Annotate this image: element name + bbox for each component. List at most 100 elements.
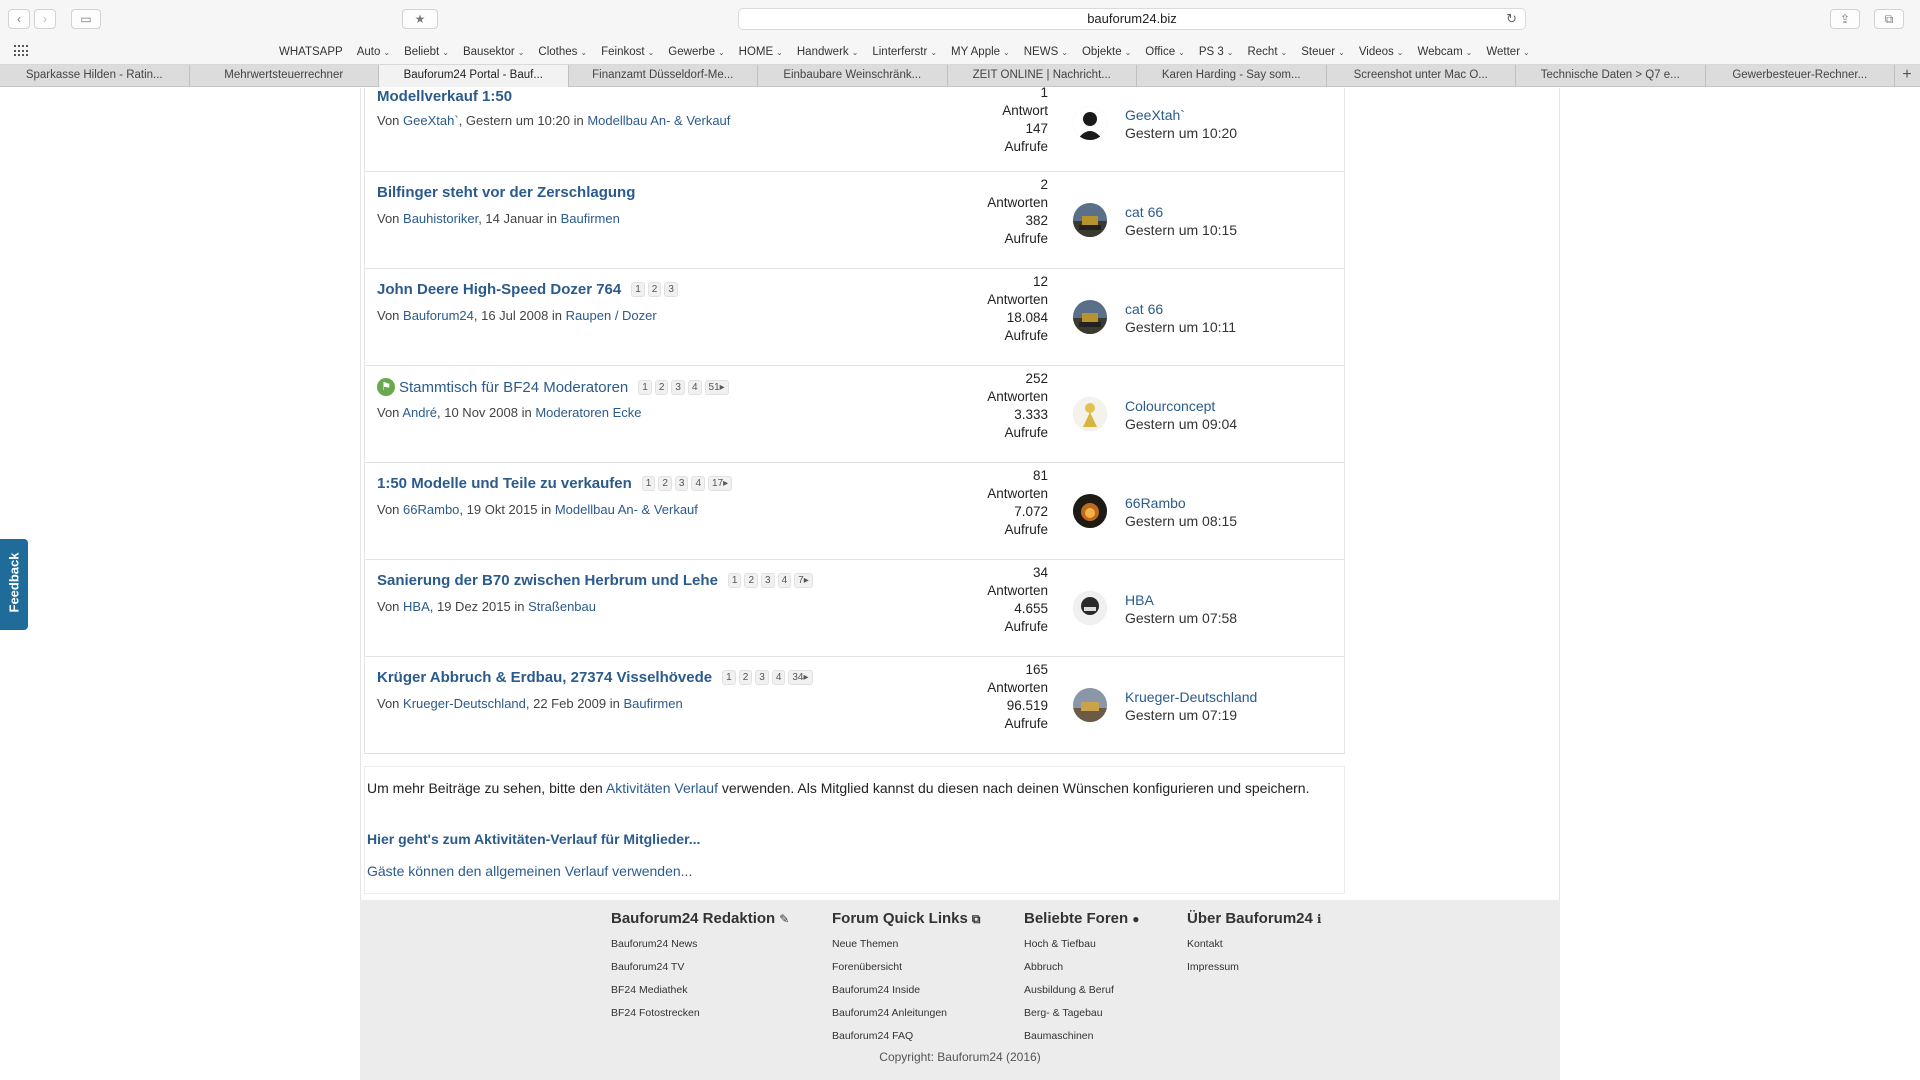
footer-link[interactable]: Forenübersicht [832, 956, 980, 979]
back-button[interactable]: ‹ [8, 9, 30, 29]
page-link[interactable]: 2 [654, 379, 669, 395]
last-post-user-link[interactable]: HBA [1125, 591, 1237, 609]
page-link[interactable]: 2 [744, 573, 759, 588]
page-link[interactable]: 34▸ [788, 670, 813, 685]
footer-link[interactable]: Abbruch [1024, 956, 1139, 979]
footer-link[interactable]: BF24 Fotostrecken [611, 1002, 789, 1025]
forum-link[interactable]: Raupen [566, 308, 612, 323]
browser-tab[interactable]: Finanzamt Düsseldorf-Me... [569, 65, 758, 87]
page-link[interactable]: 17▸ [708, 476, 733, 491]
page-link[interactable]: 3 [671, 379, 685, 395]
apps-grid-icon[interactable] [14, 45, 30, 57]
footer-link[interactable]: Bauforum24 FAQ [832, 1025, 980, 1048]
last-post-user-link[interactable]: cat 66 [1125, 203, 1237, 221]
bookmark-item[interactable]: Gewerbe ⌄ [668, 46, 724, 58]
author-link[interactable]: GeeXtah` [403, 113, 459, 128]
footer-link[interactable]: Baumaschinen [1024, 1025, 1139, 1048]
avatar[interactable] [1073, 300, 1107, 334]
avatar[interactable] [1073, 688, 1107, 722]
bookmark-item[interactable]: Office ⌄ [1145, 46, 1185, 58]
thread-title-link[interactable]: 1:50 Modelle und Teile zu verkaufen [377, 475, 632, 492]
reader-icon[interactable]: ★ [402, 9, 438, 29]
avatar[interactable] [1073, 203, 1107, 237]
browser-tab[interactable]: Gewerbesteuer-Rechner... [1706, 65, 1895, 87]
page-link[interactable]: 3 [674, 476, 689, 491]
forum-link[interactable]: Dozer [622, 308, 657, 323]
bookmark-item[interactable]: Videos ⌄ [1359, 46, 1404, 58]
last-post-user-link[interactable]: Krueger-Deutschland [1125, 688, 1257, 706]
thread-title-link[interactable]: Krüger Abbruch & Erdbau, 27374 Visselhöv… [377, 669, 712, 686]
reload-icon[interactable]: ↻ [1506, 9, 1517, 29]
footer-link[interactable]: Neue Themen [832, 933, 980, 956]
footer-link[interactable]: Impressum [1187, 956, 1321, 979]
browser-tab[interactable]: Bauforum24 Portal - Bauf... [379, 65, 569, 87]
bookmark-item[interactable]: Bausektor ⌄ [463, 46, 524, 58]
page-link[interactable]: 1 [631, 282, 645, 297]
forum-link[interactable]: Modellbau An- & Verkauf [587, 113, 730, 128]
browser-tab[interactable]: Screenshot unter Mac O... [1327, 65, 1516, 87]
sidebar-toggle-button[interactable]: ▭ [71, 9, 101, 29]
bookmark-item[interactable]: Auto ⌄ [357, 46, 390, 58]
footer-link[interactable]: Bauforum24 Anleitungen [832, 1002, 980, 1025]
author-link[interactable]: Bauforum24 [403, 308, 474, 323]
page-link[interactable]: 1 [638, 379, 652, 395]
thread-title-link[interactable]: Sanierung der B70 zwischen Herbrum und L… [377, 572, 718, 589]
member-activity-link[interactable]: Hier geht's zum Aktivitäten-Verlauf für … [367, 831, 700, 847]
author-link[interactable]: 66Rambo [403, 502, 459, 517]
bookmark-item[interactable]: Clothes ⌄ [538, 46, 587, 58]
page-link[interactable]: 3 [761, 573, 775, 588]
page-link[interactable]: 3 [664, 282, 678, 297]
guest-activity-link[interactable]: Gäste können den allgemeinen Verlauf ver… [367, 863, 692, 879]
footer-link[interactable]: Berg- & Tagebau [1024, 1002, 1139, 1025]
page-link[interactable]: 3 [755, 670, 769, 685]
avatar[interactable] [1073, 106, 1107, 140]
bookmark-item[interactable]: Handwerk ⌄ [797, 46, 858, 58]
forward-button[interactable]: › [34, 9, 56, 29]
page-link[interactable]: 1 [722, 670, 736, 685]
footer-link[interactable]: Bauforum24 TV [611, 956, 789, 979]
bookmark-item[interactable]: PS 3 ⌄ [1199, 46, 1234, 58]
bookmark-item[interactable]: Objekte ⌄ [1082, 46, 1131, 58]
bookmark-item[interactable]: Webcam ⌄ [1417, 46, 1472, 58]
avatar[interactable] [1073, 397, 1107, 431]
page-link[interactable]: 7▸ [794, 573, 813, 588]
bookmark-item[interactable]: HOME ⌄ [739, 46, 783, 58]
last-post-user-link[interactable]: 66Rambo [1125, 494, 1237, 512]
author-link[interactable]: HBA [403, 599, 430, 614]
footer-link[interactable]: Hoch & Tiefbau [1024, 933, 1139, 956]
page-link[interactable]: 2 [658, 476, 672, 491]
page-link[interactable]: 4 [777, 573, 792, 588]
footer-link[interactable]: Bauforum24 News [611, 933, 789, 956]
footer-link[interactable]: Kontakt [1187, 933, 1321, 956]
browser-tab[interactable]: Einbaubare Weinschränk... [758, 65, 948, 87]
last-post-user-link[interactable]: Colourconcept [1125, 397, 1237, 415]
bookmark-item[interactable]: MY Apple ⌄ [951, 46, 1010, 58]
last-post-user-link[interactable]: cat 66 [1125, 300, 1236, 318]
forum-link[interactable]: Straßenbau [528, 599, 596, 614]
page-link[interactable]: 2 [738, 670, 753, 685]
address-bar[interactable]: bauforum24.biz ↻ [738, 8, 1526, 30]
page-link[interactable]: 4 [771, 670, 786, 685]
footer-link[interactable]: BF24 Mediathek [611, 979, 789, 1002]
footer-link[interactable]: Ausbildung & Beruf [1024, 979, 1139, 1002]
author-link[interactable]: André [402, 405, 437, 420]
page-link[interactable]: 51▸ [704, 379, 729, 395]
forum-link[interactable]: Baufirmen [623, 696, 682, 711]
thread-title-link[interactable]: John Deere High-Speed Dozer 764 [377, 281, 621, 298]
bookmark-item[interactable]: Feinkost ⌄ [601, 46, 654, 58]
thread-title-link[interactable]: Bilfinger steht vor der Zerschlagung [377, 184, 635, 201]
forum-link[interactable]: Modellbau An- & Verkauf [555, 502, 698, 517]
browser-tab[interactable]: Technische Daten > Q7 e... [1516, 65, 1706, 87]
page-link[interactable]: 4 [691, 476, 706, 491]
author-link[interactable]: Krueger-Deutschland [403, 696, 526, 711]
bookmark-item[interactable]: Recht ⌄ [1247, 46, 1287, 58]
feedback-button[interactable]: Feedback [0, 539, 28, 630]
avatar[interactable] [1073, 494, 1107, 528]
forum-link[interactable]: Baufirmen [561, 211, 620, 226]
avatar[interactable] [1073, 591, 1107, 625]
forum-link[interactable]: Moderatoren Ecke [535, 405, 641, 420]
browser-tab[interactable]: Sparkasse Hilden - Ratin... [0, 65, 190, 87]
bookmark-item[interactable]: NEWS ⌄ [1024, 46, 1068, 58]
new-tab-button[interactable]: + [1895, 65, 1919, 86]
page-link[interactable]: 1 [727, 573, 742, 588]
